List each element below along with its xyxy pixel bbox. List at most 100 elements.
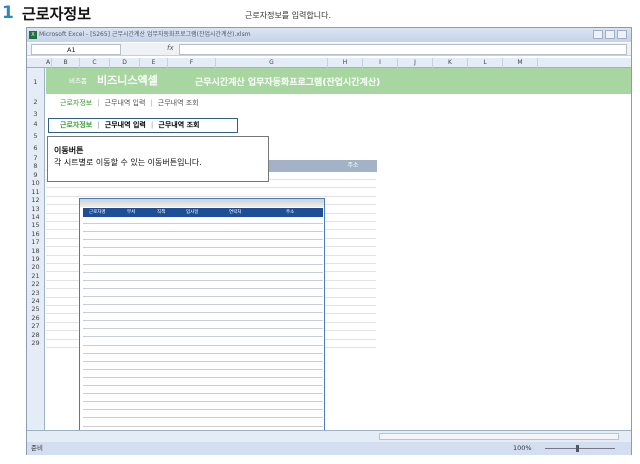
nav-worker-info[interactable]: 근로자정보: [60, 99, 92, 107]
column-header[interactable]: L: [468, 58, 503, 68]
zoom-slider-handle[interactable]: [576, 445, 579, 452]
row-header[interactable]: 25: [27, 305, 44, 313]
sheet-tabs-bar: [27, 430, 631, 442]
row-header[interactable]: 27: [27, 322, 44, 330]
zoom-slider[interactable]: [545, 448, 615, 449]
column-header[interactable]: G: [216, 58, 328, 68]
address-header: 주소: [347, 162, 359, 169]
row-header[interactable]: 9: [27, 171, 44, 179]
table-row: [83, 425, 323, 427]
close-button[interactable]: [617, 30, 627, 39]
nav-work-entry[interactable]: 근무내역 입력: [105, 121, 146, 129]
row-header[interactable]: 19: [27, 255, 44, 263]
row-header[interactable]: 8: [27, 162, 44, 170]
row-header[interactable]: 5: [27, 132, 44, 140]
table-row: [83, 385, 323, 386]
column-header[interactable]: H: [328, 58, 363, 68]
col-position: 직책: [157, 210, 166, 215]
row-header[interactable]: 13: [27, 205, 44, 213]
table-row: [83, 336, 323, 338]
row-header[interactable]: 26: [27, 314, 44, 322]
row-header[interactable]: 24: [27, 297, 44, 305]
column-header[interactable]: J: [398, 58, 433, 68]
row-header[interactable]: 11: [27, 188, 44, 196]
callout-body: 각 시트별로 이동할 수 있는 이동버튼입니다.: [54, 158, 202, 167]
column-header[interactable]: D: [110, 58, 140, 68]
callout-title: 이동버튼: [54, 146, 84, 155]
table-row: [83, 320, 323, 322]
row-header[interactable]: 2: [27, 98, 44, 106]
table-header-band: 주소: [269, 160, 377, 172]
horizontal-scrollbar[interactable]: [379, 433, 619, 440]
table-row: [83, 271, 323, 273]
row-header[interactable]: 7: [27, 154, 44, 162]
table-row: [83, 393, 323, 395]
formula-input[interactable]: [179, 44, 627, 55]
program-title: 근무시간계산 업무자동화프로그램(잔업시간계산): [195, 78, 381, 88]
table-row: [83, 231, 323, 233]
row-header[interactable]: 10: [27, 179, 44, 187]
nav-work-entry[interactable]: 근무내역 입력: [105, 99, 146, 107]
table-row: [83, 223, 323, 224]
column-header[interactable]: A: [45, 58, 52, 68]
row-header[interactable]: 12: [27, 196, 44, 204]
row-header[interactable]: 29: [27, 339, 44, 347]
row-header[interactable]: 1: [27, 78, 44, 86]
column-header[interactable]: K: [433, 58, 468, 68]
table-row: [83, 360, 323, 362]
minimize-button[interactable]: [593, 30, 603, 39]
worker-table-header: 근로자명 부서 직책 입사일 연락처 주소: [83, 208, 323, 217]
status-bar: 준비 100%: [27, 442, 631, 455]
table-row: [83, 279, 323, 281]
table-row: [83, 295, 323, 297]
brand-logo: 비즈니스엑셀: [97, 74, 158, 87]
col-join-date: 입사일: [186, 210, 199, 215]
table-row: [83, 409, 323, 411]
row-header[interactable]: 23: [27, 289, 44, 297]
step-number: 1: [2, 3, 14, 23]
table-row: [83, 401, 323, 403]
maximize-button[interactable]: [605, 30, 615, 39]
row-header[interactable]: 17: [27, 238, 44, 246]
table-row: [83, 328, 323, 330]
column-header[interactable]: B: [52, 58, 80, 68]
row-header[interactable]: 18: [27, 247, 44, 255]
row-header[interactable]: 14: [27, 213, 44, 221]
brand-small-label: 비즈폼: [69, 77, 87, 85]
nav-work-query[interactable]: 근무내역 조회: [158, 121, 199, 129]
table-row: [83, 344, 323, 346]
column-header[interactable]: F: [168, 58, 216, 68]
col-address: 주소: [286, 210, 295, 215]
row-header[interactable]: 28: [27, 331, 44, 339]
row-header[interactable]: 20: [27, 263, 44, 271]
row-header[interactable]: 21: [27, 272, 44, 280]
table-row: [83, 417, 323, 419]
row-header[interactable]: 6: [27, 144, 44, 152]
row-header-bar: 1 2 3 4 5 6 7 8 9 10 11 12 13 14 15 16 17 18 19 20 21 22 23 24 2…: [27, 68, 45, 430]
table-row: [83, 287, 323, 289]
col-department: 부서: [127, 210, 136, 215]
column-header[interactable]: I: [363, 58, 398, 68]
row-header[interactable]: 4: [27, 120, 44, 128]
column-header[interactable]: C: [80, 58, 110, 68]
excel-window: X Microsoft Excel - [S265] 근무시간계산 업무자동화프…: [26, 27, 632, 455]
col-worker-name: 근로자명: [89, 210, 106, 215]
nav-work-query[interactable]: 근무내역 조회: [158, 99, 199, 107]
table-row: [83, 255, 323, 257]
row-header[interactable]: 15: [27, 221, 44, 229]
formula-bar: A1 fx: [27, 43, 631, 56]
column-header[interactable]: E: [140, 58, 168, 68]
window-titlebar: X Microsoft Excel - [S265] 근무시간계산 업무자동화프…: [27, 28, 631, 42]
row-header[interactable]: 3: [27, 110, 44, 118]
status-ready: 준비: [31, 444, 43, 452]
page-caption: 근로자정보를 입력합니다.: [245, 11, 332, 20]
row-header[interactable]: 22: [27, 280, 44, 288]
name-box[interactable]: A1: [31, 44, 121, 55]
table-row: [83, 352, 323, 354]
column-header[interactable]: M: [503, 58, 538, 68]
fx-icon[interactable]: fx: [167, 44, 174, 52]
row-header[interactable]: 16: [27, 230, 44, 238]
nav-worker-info[interactable]: 근로자정보: [60, 121, 92, 129]
grid-line: [46, 187, 376, 189]
table-row: [83, 239, 323, 241]
